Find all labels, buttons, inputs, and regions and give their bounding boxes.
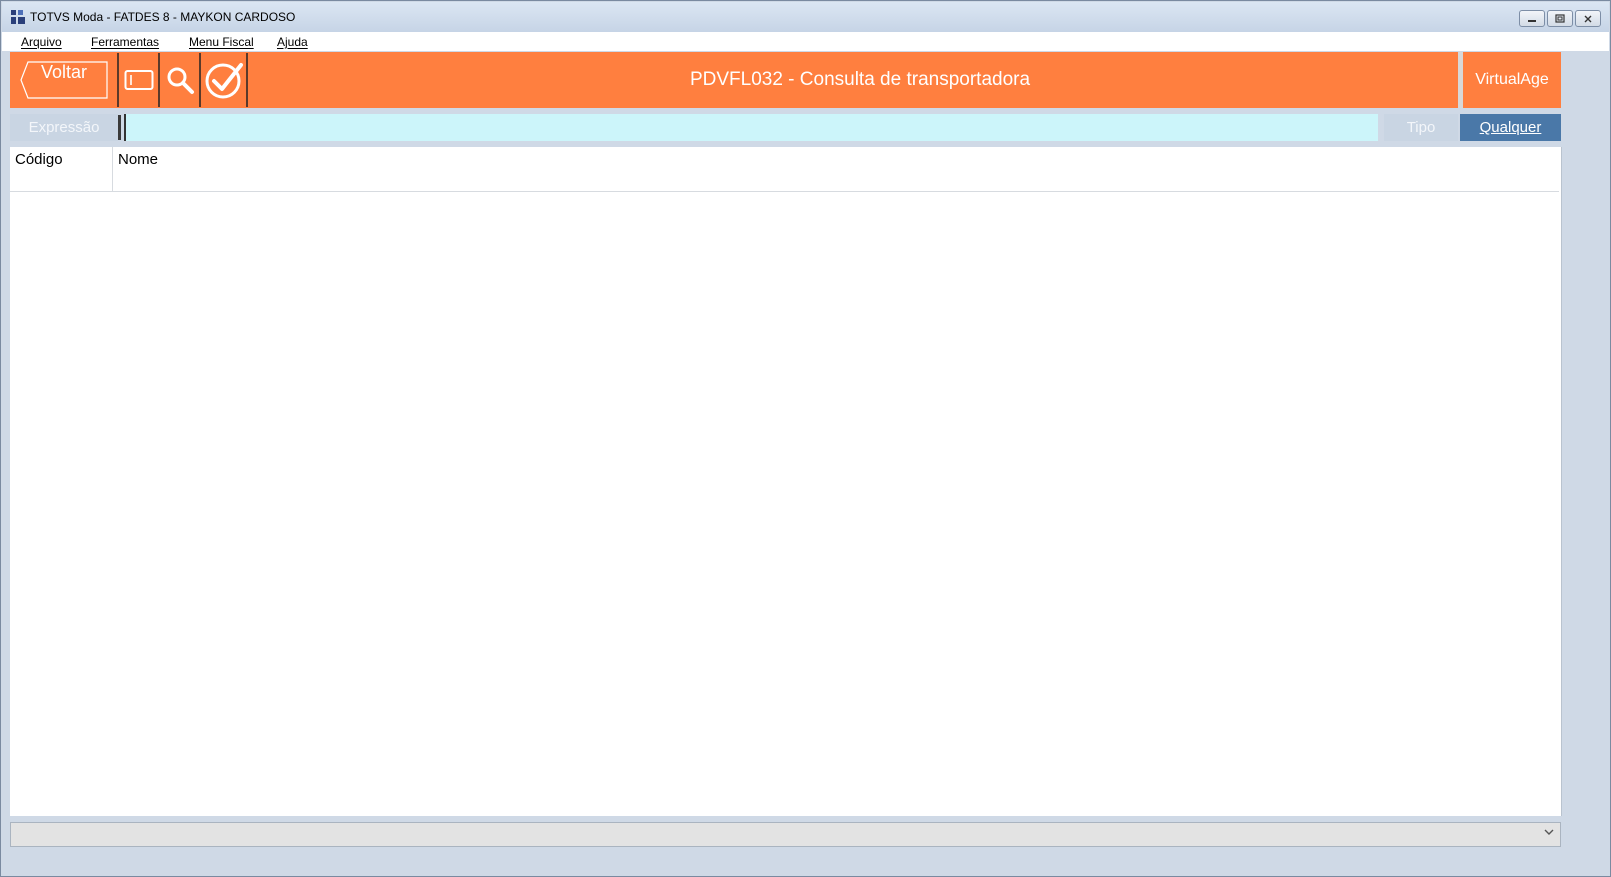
app-window: TOTVS Moda - FATDES 8 - MAYKON CARDOSO A…	[0, 0, 1611, 877]
expression-label: Expressão	[10, 114, 118, 141]
type-label: Tipo	[1384, 114, 1458, 141]
search-input[interactable]	[124, 114, 1378, 141]
column-header-codigo[interactable]: Código	[15, 151, 63, 168]
search-button[interactable]	[160, 53, 201, 107]
type-select-value: Qualquer	[1479, 119, 1542, 136]
menu-bar: Arquivo Ferramentas Menu Fiscal Ajuda	[2, 32, 1609, 51]
column-separator[interactable]	[112, 147, 113, 191]
close-icon	[1584, 15, 1592, 22]
restore-icon	[1555, 13, 1565, 23]
window-controls	[1519, 10, 1601, 27]
restore-button[interactable]	[1547, 10, 1573, 27]
title-bar: TOTVS Moda - FATDES 8 - MAYKON CARDOSO	[2, 2, 1609, 32]
column-header-nome[interactable]: Nome	[118, 151, 158, 168]
window-title: TOTVS Moda - FATDES 8 - MAYKON CARDOSO	[30, 10, 296, 24]
menu-fiscal[interactable]: Menu Fiscal	[189, 35, 254, 49]
type-select-button[interactable]: Qualquer	[1460, 114, 1561, 141]
filter-bar: Expressão Tipo Qualquer	[10, 113, 1561, 142]
status-bar[interactable]	[10, 822, 1561, 847]
toolbar: Voltar PDVFL032 - Consulta de transporta…	[10, 52, 1561, 108]
minimize-icon	[1528, 19, 1536, 22]
app-logo-icon	[11, 10, 25, 24]
virtualage-button[interactable]: VirtualAge	[1458, 52, 1561, 108]
menu-ajuda[interactable]: Ajuda	[277, 35, 308, 49]
back-button[interactable]: Voltar	[10, 53, 119, 107]
check-circle-icon	[205, 63, 243, 99]
card-button[interactable]	[119, 53, 160, 107]
confirm-button[interactable]	[201, 53, 248, 107]
results-grid[interactable]: Código Nome	[10, 147, 1562, 816]
page-title: PDVFL032 - Consulta de transportadora	[689, 69, 1031, 90]
close-button[interactable]	[1575, 10, 1601, 27]
chevron-down-icon	[1544, 829, 1554, 835]
grid-header: Código Nome	[10, 147, 1559, 192]
menu-arquivo[interactable]: Arquivo	[21, 35, 62, 49]
back-button-label: Voltar	[41, 62, 88, 82]
minimize-button[interactable]	[1519, 10, 1545, 27]
expression-divider	[118, 115, 121, 140]
card-icon	[124, 70, 153, 90]
menu-ferramentas[interactable]: Ferramentas	[91, 35, 159, 49]
search-icon	[167, 67, 194, 94]
